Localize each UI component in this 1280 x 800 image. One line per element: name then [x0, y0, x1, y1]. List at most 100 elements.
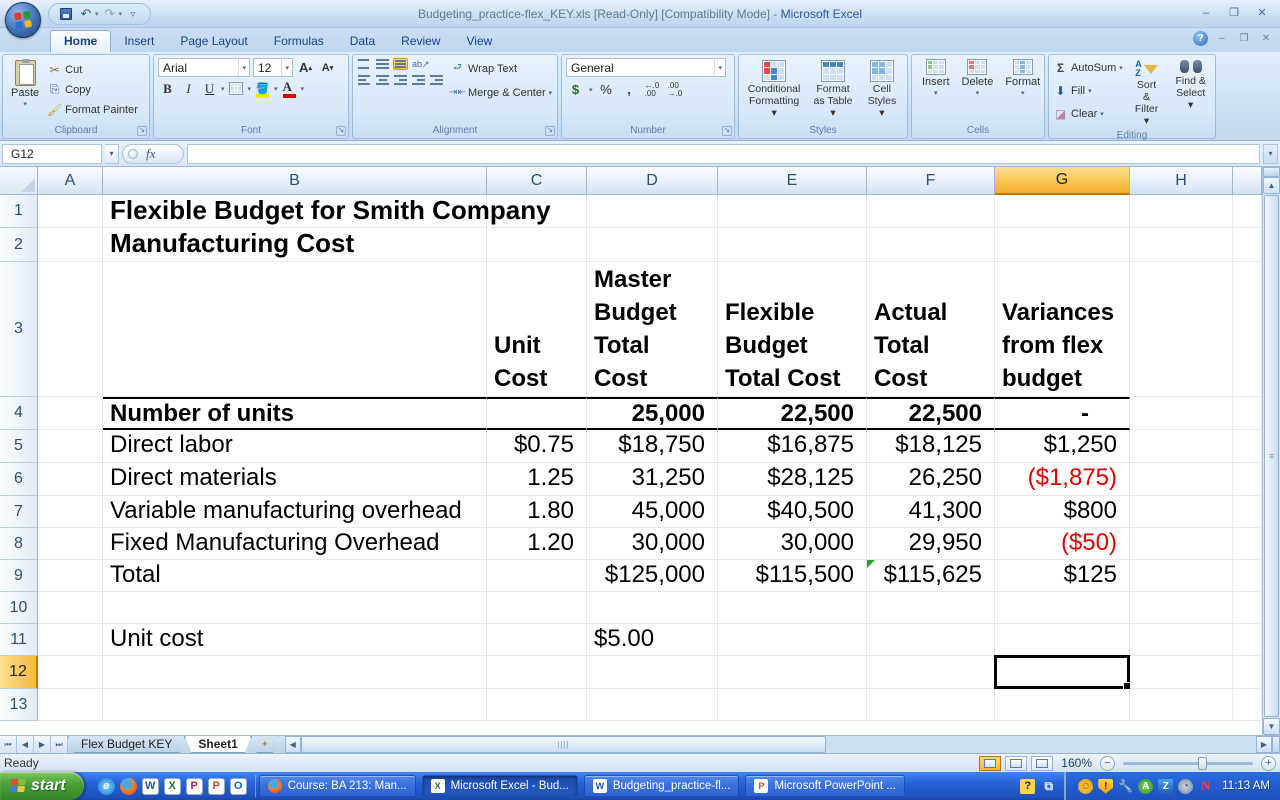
cell-H6[interactable]: [1130, 463, 1233, 496]
start-button[interactable]: start: [0, 772, 84, 800]
insert-function-button[interactable]: fx: [122, 143, 184, 164]
format-cells-button[interactable]: Format ▾: [999, 58, 1046, 98]
cell-E11[interactable]: [718, 624, 867, 656]
cell-A2[interactable]: [38, 228, 103, 262]
zoom-slider-thumb[interactable]: [1198, 756, 1208, 770]
orientation-button[interactable]: ab↗: [411, 58, 430, 70]
grow-font-button[interactable]: A ▴: [296, 58, 315, 77]
row-header-11[interactable]: 11: [0, 624, 38, 656]
clipboard-dialog-launcher[interactable]: ↘: [137, 126, 147, 136]
word-icon[interactable]: W: [141, 777, 159, 795]
row-header-1[interactable]: 1: [0, 195, 38, 228]
shrink-font-button[interactable]: A ▾: [318, 58, 337, 77]
cell-B3[interactable]: [103, 262, 487, 397]
updates-tray-icon[interactable]: ◔: [1178, 778, 1194, 794]
restore-button[interactable]: ❐: [1222, 4, 1246, 21]
row-header-3[interactable]: 3: [0, 262, 38, 397]
cell-F10[interactable]: [867, 592, 995, 624]
copy-button[interactable]: ⎘ Copy: [47, 80, 138, 99]
cell-C12[interactable]: [487, 656, 587, 689]
outlook-icon[interactable]: O: [229, 777, 247, 795]
cell-D6[interactable]: 31,250: [587, 463, 718, 496]
cell-G8[interactable]: ($50): [995, 528, 1130, 560]
cell-F5[interactable]: $18,125: [867, 430, 995, 463]
undo-dropdown-icon[interactable]: ▾: [95, 10, 99, 18]
italic-button[interactable]: I: [179, 79, 198, 98]
increase-indent-button[interactable]: [429, 74, 444, 86]
split-handle[interactable]: [1263, 167, 1280, 177]
cell-C3[interactable]: Unit Cost: [487, 262, 587, 397]
powerpoint-icon[interactable]: P: [207, 777, 225, 795]
taskbar-window-firefox[interactable]: Course: BA 213: Man...: [258, 775, 416, 797]
cell-A10[interactable]: [38, 592, 103, 624]
tab-split-handle[interactable]: [1272, 736, 1280, 753]
cell-G6[interactable]: ($1,875): [995, 463, 1130, 496]
col-header-H[interactable]: H: [1130, 167, 1233, 195]
decrease-decimal-button[interactable]: .00 →.0: [666, 80, 685, 99]
accounting-format-button[interactable]: $: [566, 80, 585, 99]
name-box-dropdown-icon[interactable]: ▾: [105, 143, 119, 164]
taskbar-window-excel[interactable]: X Microsoft Excel - Bud...: [421, 775, 578, 797]
cell-F9[interactable]: $115,625: [867, 560, 995, 592]
cell-E8[interactable]: 30,000: [718, 528, 867, 560]
cell-B7[interactable]: Variable manufacturing overhead: [103, 496, 487, 528]
conditional-formatting-button[interactable]: Conditional Formatting ▾: [743, 58, 805, 121]
sheet-tab-flex-budget-key[interactable]: Flex Budget KEY: [68, 736, 185, 753]
shield-tray-icon[interactable]: !: [1098, 778, 1114, 794]
minimize-button[interactable]: –: [1194, 4, 1218, 21]
cell-E10[interactable]: [718, 592, 867, 624]
cell-B12[interactable]: [103, 656, 487, 689]
cell-B10[interactable]: [103, 592, 487, 624]
fill-button[interactable]: ⬇ Fill ▾: [1053, 81, 1123, 100]
cell-H10[interactable]: [1130, 592, 1233, 624]
autosum-button[interactable]: Σ AutoSum ▾: [1053, 58, 1123, 77]
select-all-corner[interactable]: [0, 167, 38, 195]
cell-H7[interactable]: [1130, 496, 1233, 528]
cell-B4[interactable]: Number of units: [103, 397, 487, 430]
cell-B5[interactable]: Direct labor: [103, 430, 487, 463]
delete-cells-button[interactable]: Delete ▾: [956, 58, 1000, 98]
row-header-2[interactable]: 2: [0, 228, 38, 262]
clear-button[interactable]: ◪ Clear ▾: [1053, 104, 1123, 123]
cell-G5[interactable]: $1,250: [995, 430, 1130, 463]
cell-C1[interactable]: [487, 195, 587, 228]
row-header-9[interactable]: 9: [0, 560, 38, 592]
cell-E2[interactable]: [718, 228, 867, 262]
cell-B2[interactable]: Manufacturing Cost: [103, 228, 487, 262]
zoom-in-button[interactable]: +: [1261, 755, 1276, 771]
cell-E3[interactable]: Flexible Budget Total Cost: [718, 262, 867, 397]
cell-A13[interactable]: [38, 689, 103, 721]
horizontal-scrollbar[interactable]: ◀ |||| ▶: [284, 736, 1280, 753]
internet-explorer-icon[interactable]: e: [97, 777, 115, 795]
ribbon-tab-page-layout[interactable]: Page Layout: [167, 31, 260, 52]
antivirus-tray-icon[interactable]: A: [1138, 778, 1154, 794]
row-header-8[interactable]: 8: [0, 528, 38, 560]
cell-C6[interactable]: 1.25: [487, 463, 587, 496]
cell-C4[interactable]: [487, 397, 587, 430]
row-header-7[interactable]: 7: [0, 496, 38, 528]
cell-D5[interactable]: $18,750: [587, 430, 718, 463]
align-top-button[interactable]: [357, 58, 372, 70]
cell-C11[interactable]: [487, 624, 587, 656]
accounting-dropdown-icon[interactable]: ▾: [589, 86, 593, 94]
cell-G12[interactable]: [994, 655, 1131, 690]
cell-C7[interactable]: 1.80: [487, 496, 587, 528]
border-dropdown-icon[interactable]: ▾: [248, 85, 252, 93]
zoom-out-button[interactable]: −: [1100, 755, 1115, 771]
wrench-tray-icon[interactable]: 🔧: [1118, 779, 1133, 794]
view-page-break-button[interactable]: [1031, 755, 1054, 771]
publisher-icon[interactable]: P: [185, 777, 203, 795]
cell-D13[interactable]: [587, 689, 718, 721]
ribbon-tab-formulas[interactable]: Formulas: [261, 31, 337, 52]
smiley-tray-icon[interactable]: ☺: [1078, 778, 1094, 794]
scroll-left-icon[interactable]: ◀: [284, 736, 301, 753]
number-dialog-launcher[interactable]: ↘: [722, 126, 732, 136]
cell-F1[interactable]: [867, 195, 995, 228]
close-button[interactable]: ✕: [1250, 4, 1274, 21]
cell-G10[interactable]: [995, 592, 1130, 624]
insert-cells-button[interactable]: Insert ▾: [916, 58, 956, 98]
col-header-A[interactable]: A: [38, 167, 103, 195]
cell-D3[interactable]: Master Budget Total Cost: [587, 262, 718, 397]
cell-C9[interactable]: [487, 560, 587, 592]
merge-center-button[interactable]: ⇥⇤ Merge & Center ▾: [449, 83, 552, 102]
